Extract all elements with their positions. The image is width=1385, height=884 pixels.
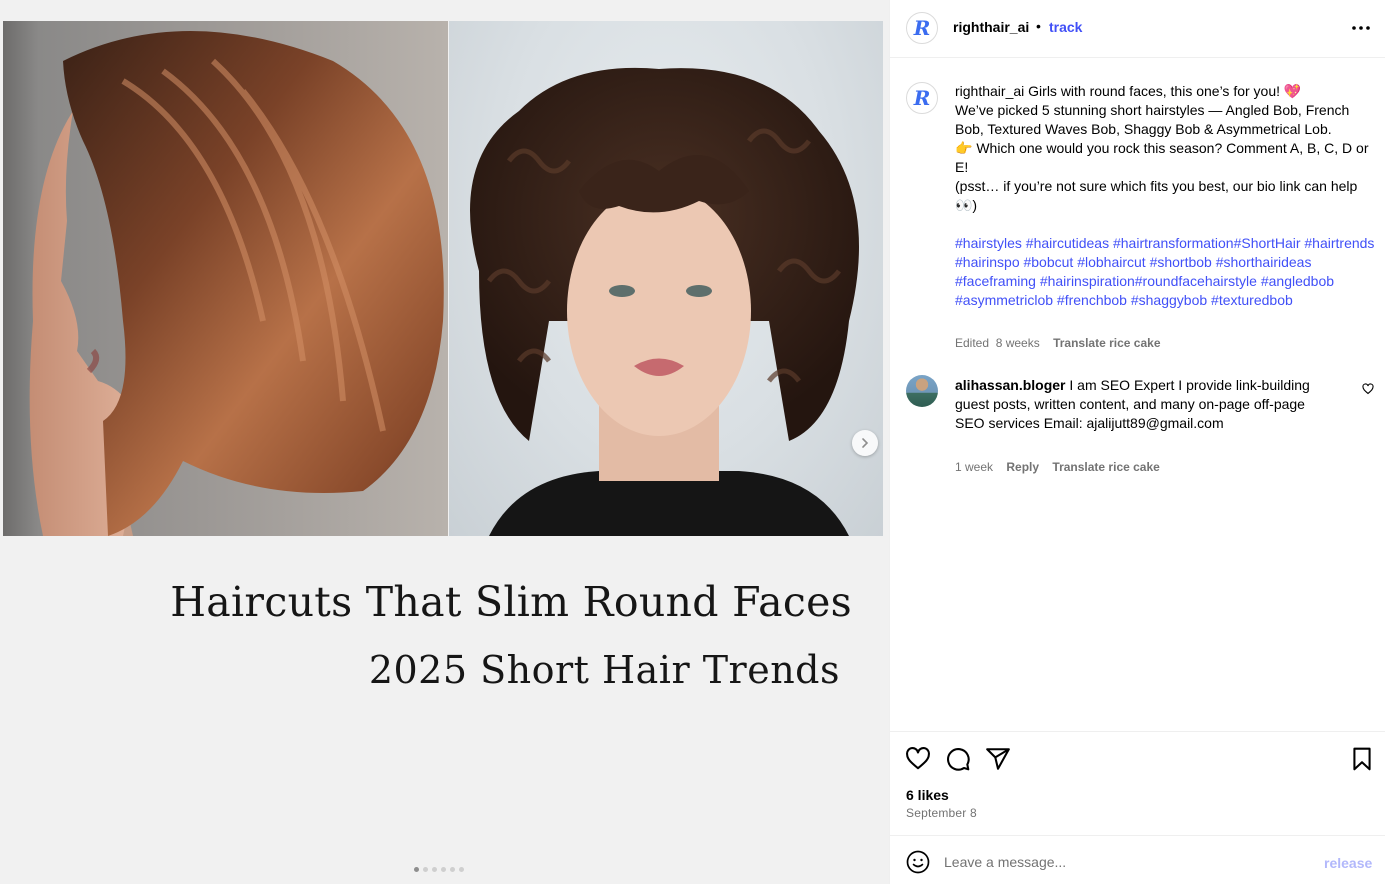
paper-plane-icon[interactable] bbox=[985, 746, 1011, 772]
photo-angled-bob bbox=[3, 21, 448, 536]
comment-input[interactable] bbox=[944, 848, 1304, 876]
caption-hashtags[interactable]: #hairstyles #haircutideas #hairtransform… bbox=[955, 234, 1380, 310]
curly-bob-illustration bbox=[470, 67, 859, 536]
post-side-panel: R righthair_ai • track R righthair_ai Gi… bbox=[889, 0, 1385, 884]
commenter-avatar[interactable] bbox=[906, 375, 938, 407]
edited-time: 8 weeks bbox=[995, 336, 1040, 350]
carousel-dot bbox=[423, 867, 428, 872]
comment-composer: release bbox=[890, 835, 1385, 884]
carousel-dot bbox=[441, 867, 446, 872]
translate-caption-button[interactable]: Translate rice cake bbox=[1053, 336, 1160, 350]
post-header: R righthair_ai • track bbox=[890, 0, 1385, 58]
carousel-dot bbox=[459, 867, 464, 872]
carousel-indicator bbox=[414, 867, 464, 872]
comment-bubble-icon[interactable] bbox=[945, 746, 971, 772]
commenter-username[interactable]: alihassan.bloger bbox=[955, 377, 1065, 393]
comment-reply-button[interactable]: Reply bbox=[1006, 460, 1039, 474]
carousel-dot bbox=[450, 867, 455, 872]
media-subheadline: 2025 Short Hair Trends bbox=[368, 648, 840, 692]
more-horizontal-icon[interactable] bbox=[1350, 18, 1372, 38]
edited-label: Edited bbox=[955, 336, 990, 350]
carousel-dot bbox=[432, 867, 437, 872]
smiley-icon[interactable] bbox=[906, 850, 930, 874]
header-separator: • bbox=[1036, 18, 1041, 34]
caption-ps: (psst… if you’re not sure which fits you… bbox=[955, 178, 1358, 213]
carousel-next-button[interactable] bbox=[852, 430, 878, 456]
comment-time: 1 week bbox=[955, 460, 994, 474]
caption-avatar[interactable]: R bbox=[906, 82, 938, 114]
comment-item: alihassan.bloger I am SEO Expert I provi… bbox=[955, 376, 1335, 433]
caption-question: 👉 Which one would you rock this season? … bbox=[955, 140, 1369, 175]
brand-logo-icon: R bbox=[913, 16, 931, 40]
post-date: September 8 bbox=[906, 806, 977, 820]
bookmark-icon[interactable] bbox=[1349, 746, 1375, 772]
author-avatar[interactable]: R bbox=[906, 12, 938, 44]
post-caption: righthair_ai Girls with round faces, thi… bbox=[955, 82, 1380, 310]
likes-count[interactable]: 6 likes bbox=[906, 787, 949, 803]
follow-button[interactable]: track bbox=[1049, 19, 1082, 35]
post-media: Haircuts That Slim Round Faces 2025 Shor… bbox=[0, 0, 889, 884]
angled-bob-illustration bbox=[29, 31, 444, 536]
caption-line1: Girls with round faces, this one’s for y… bbox=[1028, 83, 1302, 99]
comment-like-icon[interactable] bbox=[1362, 383, 1374, 395]
translate-comment-button[interactable]: Translate rice cake bbox=[1052, 460, 1159, 474]
comment-meta: 1 week Reply Translate rice cake bbox=[955, 460, 1160, 474]
caption-meta: Edited 8 weeks Translate rice cake bbox=[955, 336, 1161, 350]
brand-logo-icon: R bbox=[913, 86, 931, 110]
post-comment-button[interactable]: release bbox=[1324, 855, 1372, 871]
caption-username[interactable]: righthair_ai bbox=[955, 83, 1024, 99]
heart-icon[interactable] bbox=[905, 746, 931, 772]
caption-body: We’ve picked 5 stunning short hairstyles… bbox=[955, 102, 1350, 137]
photo-curly-bob bbox=[449, 21, 883, 536]
carousel-dot bbox=[414, 867, 419, 872]
media-headline: Haircuts That Slim Round Faces bbox=[170, 578, 852, 626]
chevron-right-icon bbox=[862, 438, 869, 448]
author-username[interactable]: righthair_ai bbox=[953, 19, 1029, 35]
